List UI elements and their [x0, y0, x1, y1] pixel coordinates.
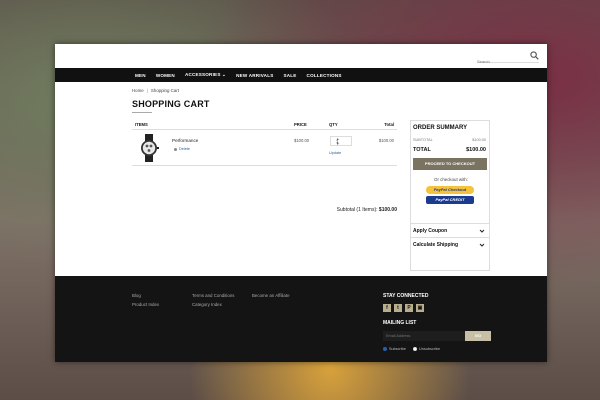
breadcrumb-current: Shopping Cart [150, 88, 179, 93]
subtotal-label: Subtotal (1 Items): [336, 207, 378, 213]
header-total: Total [384, 122, 394, 127]
page-title: SHOPPING CART [132, 99, 210, 109]
table-row: Performance Delete $100.00 1 ▲ ▼ Update … [132, 130, 397, 166]
summary-total-label: TOTAL [413, 147, 431, 153]
calculate-shipping-label: Calculate Shipping [413, 242, 459, 248]
instagram-icon[interactable]: ▣ [416, 304, 424, 312]
header-price: PRICE [294, 122, 307, 127]
delete-link[interactable]: Delete [174, 147, 190, 151]
pinterest-icon[interactable]: P [405, 304, 413, 312]
search-box[interactable] [477, 50, 539, 68]
summary-title: ORDER SUMMARY [413, 125, 468, 131]
proceed-to-checkout-button[interactable]: PROCEED TO CHECKOUT [413, 158, 487, 170]
delete-icon [174, 147, 177, 151]
summary-subtotal-value: $100.00 [472, 138, 486, 142]
paypal-checkout-button[interactable]: PayPal Checkout [426, 186, 474, 194]
unsubscribe-radio-dot[interactable] [413, 347, 417, 351]
or-checkout-label: Or checkout with: [434, 177, 468, 182]
header-qty: QTY [329, 122, 338, 127]
nav-accessories[interactable]: ACCESSORIES ⌄ [185, 72, 226, 78]
search-icon[interactable] [530, 51, 539, 60]
table-header: ITEMS PRICE QTY Total [132, 120, 397, 130]
summary-subtotal-label: SUBTOTAL [413, 138, 433, 142]
quantity-stepper[interactable]: 1 ▲ ▼ [330, 136, 352, 146]
stay-connected-heading: STAY CONNECTED [383, 293, 429, 299]
chevron-down-icon [479, 229, 485, 233]
summary-subtotal-row: SUBTOTAL $100.00 [413, 138, 486, 142]
watch-product-image[interactable] [137, 134, 161, 162]
calculate-shipping-toggle[interactable]: Calculate Shipping [411, 237, 489, 251]
item-total: $100.00 [378, 138, 394, 143]
header-items: ITEMS [135, 122, 148, 127]
unsubscribe-radio[interactable]: Unsubscribe [413, 347, 440, 351]
email-field[interactable] [383, 331, 465, 341]
summary-total-value: $100.00 [466, 147, 486, 153]
browser-page: MEN WOMEN ACCESSORIES ⌄ NEW ARRIVALS SAL… [55, 44, 547, 362]
paypal-credit-button[interactable]: PayPal CREDIT [426, 196, 474, 204]
subscribe-label: Subscribe [389, 347, 406, 351]
breadcrumb-home[interactable]: Home [132, 88, 144, 93]
breadcrumb-separator: | [146, 88, 148, 93]
item-price: $100.00 [294, 138, 310, 143]
product-name[interactable]: Performance [172, 138, 198, 143]
cart-table: ITEMS PRICE QTY Total Performance Delete [132, 120, 397, 213]
subtotal-value: $100.00 [378, 207, 397, 213]
cart-subtotal: Subtotal (1 Items): $100.00 [337, 207, 397, 213]
nav-collections[interactable]: COLLECTIONS [307, 73, 342, 78]
social-links: f t P ▣ [383, 304, 424, 312]
nav-sale[interactable]: SALE [283, 73, 296, 78]
search-input[interactable] [477, 55, 525, 68]
breadcrumb: Home | Shopping Cart [132, 88, 179, 93]
mailing-list-heading: MAILING LIST [383, 320, 417, 326]
twitter-icon[interactable]: t [394, 304, 402, 312]
footer-link-affiliate[interactable]: Become an Affiliate [252, 293, 290, 298]
footer: Blog Product Index Terms and Conditions … [55, 276, 547, 362]
summary-total-row: TOTAL $100.00 [413, 147, 486, 153]
main-nav: MEN WOMEN ACCESSORIES ⌄ NEW ARRIVALS SAL… [55, 68, 547, 82]
nav-men[interactable]: MEN [135, 73, 146, 78]
footer-link-product-index[interactable]: Product Index [132, 302, 159, 307]
delete-label: Delete [179, 147, 190, 151]
facebook-icon[interactable]: f [383, 304, 391, 312]
footer-link-category-index[interactable]: Category Index [192, 302, 222, 307]
quantity-decrease-icon[interactable]: ▼ [336, 142, 349, 146]
nav-women[interactable]: WOMEN [156, 73, 175, 78]
title-underline [132, 112, 152, 113]
update-link[interactable]: Update [329, 151, 341, 155]
order-summary: ORDER SUMMARY SUBTOTAL $100.00 TOTAL $10… [410, 120, 490, 271]
apply-coupon-label: Apply Coupon [413, 228, 448, 234]
nav-new-arrivals[interactable]: NEW ARRIVALS [236, 73, 273, 78]
subscribe-radio[interactable]: Subscribe [383, 347, 406, 351]
subscribe-radio-dot[interactable] [383, 347, 387, 351]
unsubscribe-label: Unsubscribe [419, 347, 441, 351]
apply-coupon-toggle[interactable]: Apply Coupon [411, 223, 489, 237]
subscribe-go-button[interactable]: GO [465, 331, 491, 341]
quantity-increase-icon[interactable]: ▲ [336, 137, 349, 141]
top-bar [55, 44, 547, 68]
footer-link-terms[interactable]: Terms and Conditions [192, 293, 234, 298]
footer-link-blog[interactable]: Blog [132, 293, 141, 298]
chevron-down-icon [479, 243, 485, 247]
